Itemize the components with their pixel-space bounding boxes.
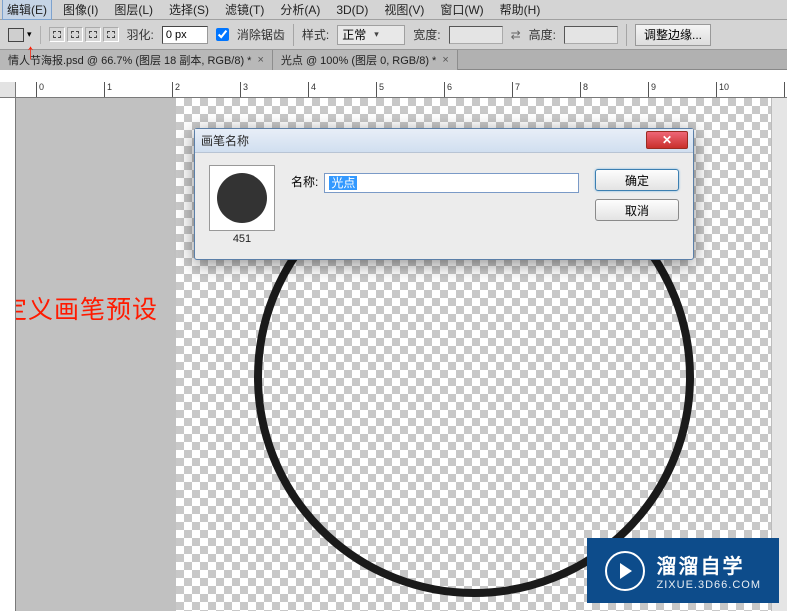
ruler-corner	[0, 82, 16, 98]
ruler-tick: 6	[444, 82, 452, 98]
chevron-down-icon: ▾	[374, 29, 379, 40]
selection-subtract-icon[interactable]	[85, 27, 101, 42]
dialog-input-row: 名称: 光点	[291, 165, 579, 245]
menu-analysis[interactable]: 分析(A)	[275, 0, 325, 20]
feather-label: 羽化:	[127, 26, 154, 43]
menu-3d[interactable]: 3D(D)	[331, 1, 373, 19]
menu-select[interactable]: 选择(S)	[164, 0, 214, 20]
style-value: 正常	[342, 26, 366, 43]
scrollbar-vertical[interactable]	[771, 98, 787, 611]
ruler-tick: 5	[376, 82, 384, 98]
ruler-tick: 0	[36, 82, 44, 98]
watermark-title: 溜溜自学	[657, 550, 761, 579]
close-icon[interactable]: ×	[442, 54, 448, 66]
ruler-tick: 8	[580, 82, 588, 98]
refine-edge-label: 调整边缘...	[644, 26, 702, 43]
brush-thumbnail-icon	[217, 173, 267, 223]
ruler-tick: 3	[240, 82, 248, 98]
menu-help[interactable]: 帮助(H)	[495, 0, 546, 20]
dialog-title: 画笔名称	[201, 132, 249, 149]
brush-size-label: 451	[209, 233, 275, 245]
ruler-tick: 4	[308, 82, 316, 98]
menu-layer[interactable]: 图层(L)	[109, 0, 158, 20]
tab-label: 情人节海报.psd @ 66.7% (图层 18 副本, RGB/8) *	[8, 52, 251, 68]
ok-button[interactable]: 确定	[595, 169, 679, 191]
dialog-close-button[interactable]: ✕	[646, 131, 688, 149]
play-circle-icon	[605, 551, 645, 591]
width-label: 宽度:	[413, 26, 440, 43]
watermark-texts: 溜溜自学 ZIXUE.3D66.COM	[657, 550, 761, 591]
width-field[interactable]	[449, 26, 503, 44]
separator	[293, 24, 294, 46]
marquee-tool-icon	[8, 28, 24, 42]
dialog-buttons: 确定 取消	[595, 165, 679, 245]
brush-name-input[interactable]: 光点	[324, 173, 579, 193]
refine-edge-button[interactable]: 调整边缘...	[635, 24, 711, 46]
tool-preset[interactable]: ▾	[6, 26, 41, 44]
annotation-text: 定义画笔预设	[2, 290, 158, 326]
menu-view[interactable]: 视图(V)	[379, 0, 429, 20]
name-label: 名称:	[291, 173, 318, 190]
menu-window[interactable]: 窗口(W)	[435, 0, 488, 20]
play-triangle-icon	[620, 563, 632, 579]
separator	[626, 24, 627, 46]
ruler-vertical[interactable]	[0, 98, 16, 611]
ruler-horizontal[interactable]: 5 0 1 2 3 4 5 6 7 8 9 10 11	[0, 82, 787, 98]
watermark-sub: ZIXUE.3D66.COM	[657, 579, 761, 591]
menu-edit[interactable]: 编辑(E)	[2, 0, 52, 20]
selection-mode-group	[49, 27, 119, 42]
ruler-tick: 9	[648, 82, 656, 98]
ruler-tick: 2	[172, 82, 180, 98]
tab-label: 光点 @ 100% (图层 0, RGB/8) *	[281, 52, 436, 68]
watermark-banner: 溜溜自学 ZIXUE.3D66.COM	[587, 538, 779, 603]
style-dropdown[interactable]: 正常 ▾	[337, 25, 405, 45]
ruler-tick: 1	[104, 82, 112, 98]
ruler-tick: 7	[512, 82, 520, 98]
brush-preview: 451	[209, 165, 275, 245]
ruler-tick: 10	[716, 82, 729, 98]
brush-thumbnail-box	[209, 165, 275, 231]
selection-new-icon[interactable]	[49, 27, 65, 42]
selection-add-icon[interactable]	[67, 27, 83, 42]
pasteboard	[16, 98, 176, 611]
swap-icon[interactable]: ⇄	[511, 28, 521, 42]
dialog-title-bar[interactable]: 画笔名称 ✕	[195, 129, 693, 153]
menu-image[interactable]: 图像(I)	[58, 0, 103, 20]
height-field[interactable]	[564, 26, 618, 44]
cancel-button[interactable]: 取消	[595, 199, 679, 221]
options-bar: ▾ 羽化: 消除锯齿 样式: 正常 ▾ 宽度: ⇄ 高度: 调整边缘...	[0, 20, 787, 50]
menu-bar: 编辑(E) 图像(I) 图层(L) 选择(S) 滤镜(T) 分析(A) 3D(D…	[0, 0, 787, 20]
brush-name-value: 光点	[329, 176, 357, 190]
selection-intersect-icon[interactable]	[103, 27, 119, 42]
document-tab-1[interactable]: 情人节海报.psd @ 66.7% (图层 18 副本, RGB/8) * ×	[0, 50, 273, 70]
dialog-body: 451 名称: 光点 确定 取消	[195, 153, 693, 259]
feather-input[interactable]	[162, 26, 208, 44]
document-tabs: 情人节海报.psd @ 66.7% (图层 18 副本, RGB/8) * × …	[0, 50, 787, 70]
height-label: 高度:	[529, 26, 556, 43]
close-icon[interactable]: ×	[257, 54, 263, 66]
style-label: 样式:	[302, 26, 329, 43]
menu-filter[interactable]: 滤镜(T)	[220, 0, 269, 20]
brush-name-dialog: 画笔名称 ✕ 451 名称: 光点 确定 取消	[194, 128, 694, 260]
document-tab-2[interactable]: 光点 @ 100% (图层 0, RGB/8) * ×	[273, 50, 458, 70]
antialias-label: 消除锯齿	[237, 26, 285, 43]
annotation-arrow-icon: ↑	[26, 39, 35, 65]
antialias-checkbox[interactable]	[216, 28, 229, 41]
